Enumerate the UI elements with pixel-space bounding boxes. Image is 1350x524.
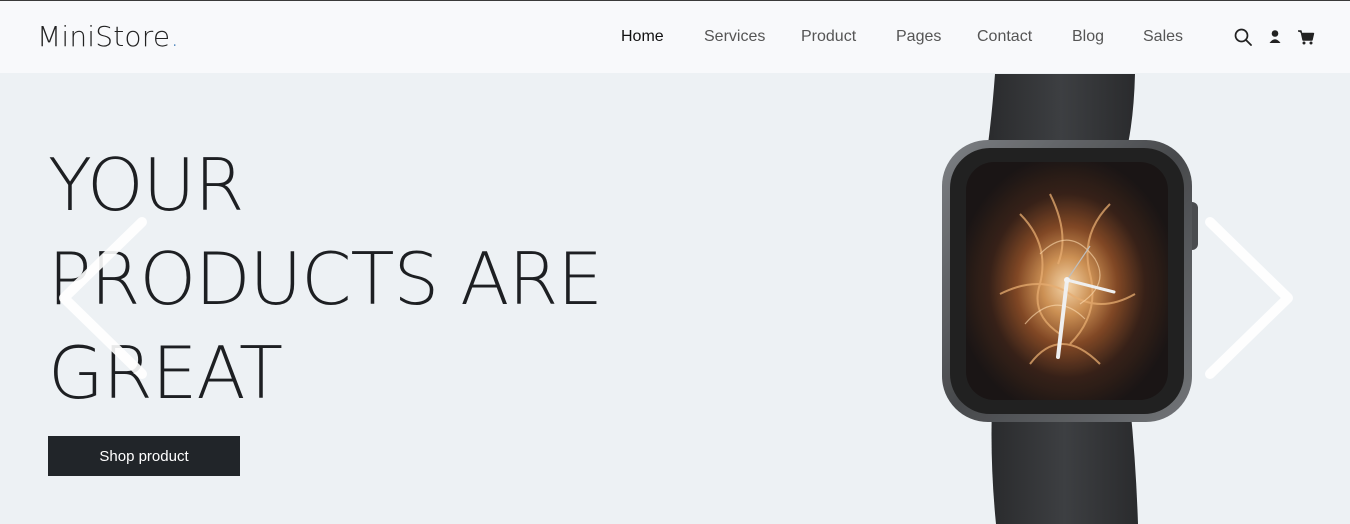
user-icon[interactable]: [1266, 28, 1284, 46]
nav-services[interactable]: Services: [704, 28, 765, 46]
nav-pages[interactable]: Pages: [896, 28, 941, 46]
search-icon[interactable]: [1234, 28, 1252, 46]
slider-next-arrow[interactable]: [1200, 214, 1300, 384]
brand-name: MiniStore: [37, 20, 171, 53]
nav-home[interactable]: Home: [621, 28, 664, 46]
shop-product-button[interactable]: Shop product: [48, 436, 240, 476]
brand-dot: .: [170, 20, 180, 53]
brand-logo[interactable]: MiniStore.: [37, 20, 179, 53]
nav-product[interactable]: Product: [801, 28, 856, 46]
nav-blog[interactable]: Blog: [1072, 28, 1104, 46]
cart-icon[interactable]: [1297, 28, 1315, 46]
smartwatch-image: [942, 74, 1198, 524]
nav-sales[interactable]: Sales: [1143, 28, 1183, 46]
nav-contact[interactable]: Contact: [977, 28, 1032, 46]
hero-slider: YOUR PRODUCTS ARE GREAT Shop product: [0, 74, 1350, 524]
slider-prev-arrow[interactable]: [52, 214, 152, 384]
site-header: MiniStore. Home Services Product Pages C…: [0, 1, 1350, 73]
